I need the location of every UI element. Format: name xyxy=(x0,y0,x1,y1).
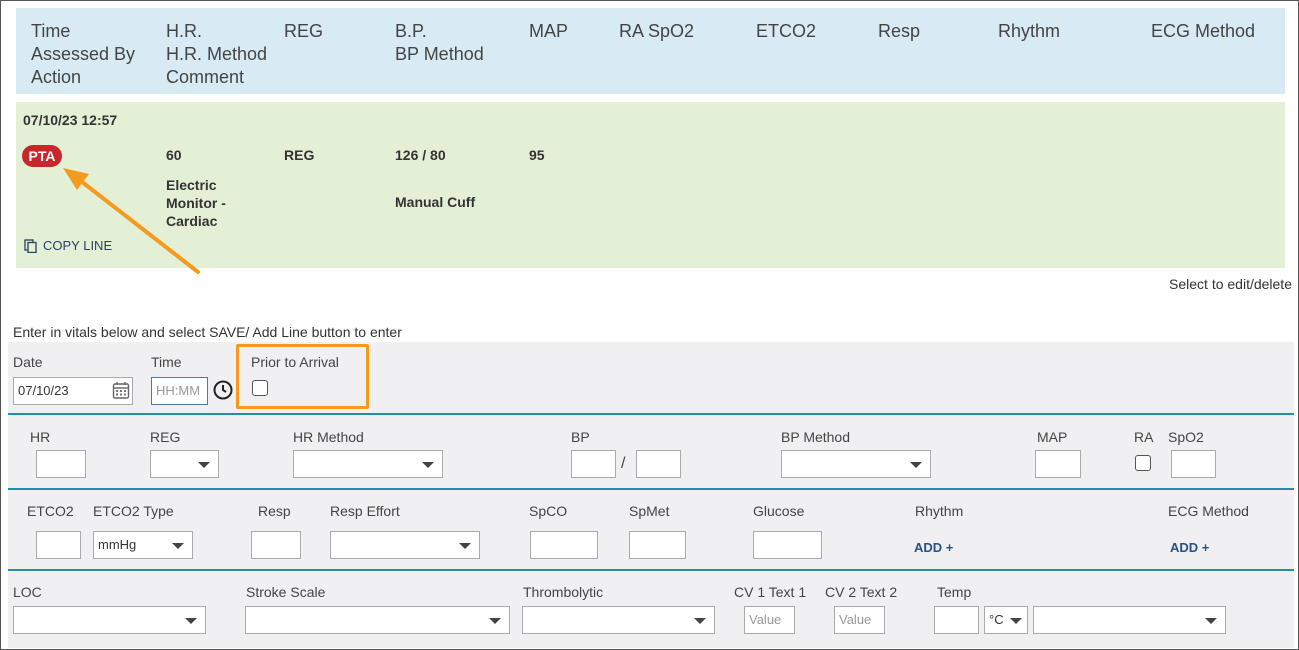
record-bp-method: Manual Cuff xyxy=(395,194,476,210)
header-reg: REG xyxy=(284,21,324,41)
spmet-label: SpMet xyxy=(629,503,670,519)
ecg-method-label: ECG Method xyxy=(1168,503,1249,519)
temp-unit-select[interactable]: °C xyxy=(984,606,1028,634)
hr-method-select[interactable] xyxy=(293,450,443,478)
record-reg: REG xyxy=(284,147,315,163)
etco2-label: ETCO2 xyxy=(27,503,74,519)
ra-checkbox[interactable] xyxy=(1135,455,1151,471)
rhythm-add-button[interactable]: ADD + xyxy=(914,540,953,555)
resp-label: Resp xyxy=(258,503,291,519)
temp-input[interactable] xyxy=(934,606,979,634)
section-divider xyxy=(8,413,1294,415)
bp-systolic-input[interactable] xyxy=(571,450,616,478)
map-input[interactable] xyxy=(1035,450,1081,478)
temp-method-select[interactable] xyxy=(1033,606,1226,634)
bp-label: BP xyxy=(571,429,590,445)
reg-label: REG xyxy=(150,429,181,445)
hr-input[interactable] xyxy=(36,450,86,478)
bp-diastolic-input[interactable] xyxy=(636,450,681,478)
enter-vitals-hint: Enter in vitals below and select SAVE/ A… xyxy=(13,324,402,340)
date-label: Date xyxy=(13,354,43,370)
cv1-input[interactable]: Value xyxy=(744,606,795,634)
loc-label: LOC xyxy=(13,584,42,600)
stroke-scale-label: Stroke Scale xyxy=(246,584,326,600)
clock-icon[interactable] xyxy=(212,379,234,401)
select-edit-hint: Select to edit/delete xyxy=(1169,276,1292,292)
resp-effort-label: Resp Effort xyxy=(330,503,400,519)
time-label: Time xyxy=(151,354,182,370)
record-map: 95 xyxy=(529,147,545,163)
bp-separator: / xyxy=(621,455,626,472)
bp-method-label: BP Method xyxy=(781,429,851,445)
header-ecg-method: ECG Method xyxy=(1151,21,1256,41)
spmet-input[interactable] xyxy=(629,531,686,559)
header-time-col: Time Assessed By Action xyxy=(31,21,136,87)
header-resp: Resp xyxy=(878,21,921,41)
map-label: MAP xyxy=(1037,429,1068,445)
rhythm-label: Rhythm xyxy=(915,503,964,519)
temp-label: Temp xyxy=(937,584,972,600)
glucose-label: Glucose xyxy=(753,503,805,519)
annotation-highlight-box xyxy=(236,344,369,409)
record-bp: 126 / 80 xyxy=(395,147,446,163)
header-ra-spo2: RA SpO2 xyxy=(619,21,695,41)
spco-input[interactable] xyxy=(530,531,598,559)
hr-method-label: HR Method xyxy=(293,429,364,445)
etco2-type-label: ETCO2 Type xyxy=(93,503,174,519)
etco2-input[interactable] xyxy=(36,531,81,559)
time-input[interactable]: HH:MM xyxy=(151,377,208,405)
annotation-arrow xyxy=(63,168,200,274)
header-bp-col: B.P. BP Method xyxy=(395,21,484,64)
loc-select[interactable] xyxy=(13,606,206,634)
ra-label: RA xyxy=(1134,429,1154,445)
spo2-label: SpO2 xyxy=(1168,429,1204,445)
spo2-input[interactable] xyxy=(1171,450,1216,478)
section-divider xyxy=(8,569,1294,571)
reg-select[interactable] xyxy=(150,450,219,478)
copy-icon xyxy=(24,238,37,253)
stroke-scale-select[interactable] xyxy=(245,606,510,634)
resp-input[interactable] xyxy=(251,531,301,559)
bp-method-select[interactable] xyxy=(781,450,931,478)
section-divider xyxy=(8,488,1294,490)
header-etco2: ETCO2 xyxy=(756,21,817,41)
resp-effort-select[interactable] xyxy=(330,531,480,559)
record-datetime: 07/10/23 12:57 xyxy=(23,112,118,128)
vitals-table-header: Time Assessed By Action H.R. H.R. Method Com… xyxy=(16,8,1285,94)
calendar-icon[interactable] xyxy=(112,381,130,400)
etco2-type-select[interactable]: mmHg xyxy=(93,531,193,559)
header-rhythm: Rhythm xyxy=(998,21,1061,41)
cv1-label: CV 1 Text 1 xyxy=(734,584,807,600)
cv2-input[interactable]: Value xyxy=(834,606,885,634)
header-hr-col: H.R. H.R. Method Comment xyxy=(166,21,268,87)
hr-label: HR xyxy=(30,429,51,445)
cv2-label: CV 2 Text 2 xyxy=(825,584,898,600)
ecg-method-add-button[interactable]: ADD + xyxy=(1170,540,1209,555)
thrombolytic-select[interactable] xyxy=(522,606,715,634)
glucose-input[interactable] xyxy=(753,531,822,559)
thrombolytic-label: Thrombolytic xyxy=(523,584,604,600)
spco-label: SpCO xyxy=(529,503,568,519)
header-map: MAP xyxy=(529,21,569,41)
